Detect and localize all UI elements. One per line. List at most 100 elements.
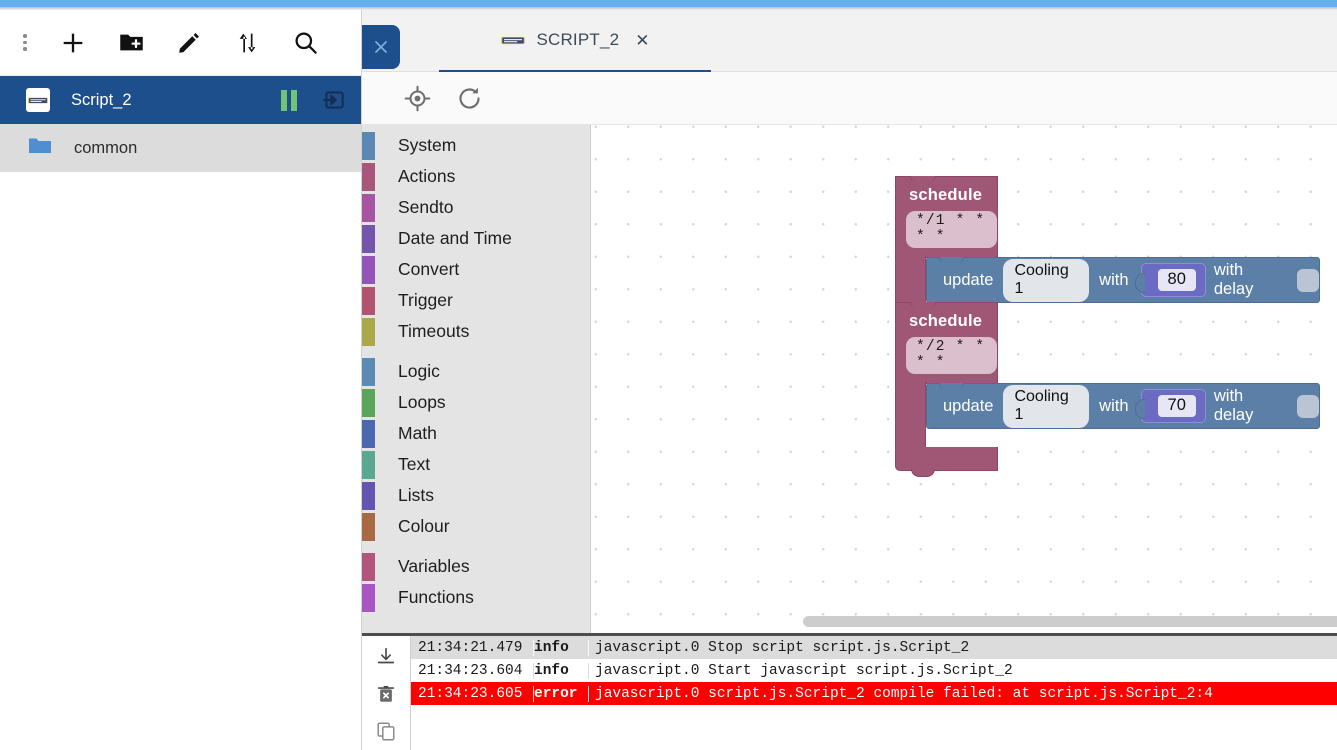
category-color-swatch: [362, 419, 375, 448]
toolbox-category-timeouts[interactable]: Timeouts: [362, 316, 590, 347]
schedule-cron-field[interactable]: */2 * * * *: [906, 337, 997, 374]
with-keyword: with: [1099, 270, 1129, 289]
schedule-cron-field[interactable]: */1 * * * *: [906, 211, 997, 248]
tab-script_2[interactable]: SCRIPT_2 ✕: [439, 10, 711, 72]
block-update-1[interactable]: update Cooling 1 with 80 with delay: [926, 257, 1320, 303]
download-arrow-icon: [377, 647, 395, 664]
refresh-icon: [459, 87, 480, 109]
sidebar-item-common[interactable]: common: [0, 124, 361, 172]
block-schedule-1[interactable]: schedule */1 * * * * update Cooling 1 wi…: [895, 176, 1320, 351]
toolbox-category-math[interactable]: Math: [362, 418, 590, 449]
category-color-swatch: [362, 481, 375, 510]
toolbox-category-actions[interactable]: Actions: [362, 161, 590, 192]
delay-input-socket[interactable]: [1297, 268, 1319, 292]
toolbox-category-label: Lists: [398, 485, 434, 505]
tab-close-icon[interactable]: ✕: [635, 32, 649, 49]
category-color-swatch: [362, 162, 375, 191]
blockly-script-icon: [26, 88, 50, 112]
category-color-swatch: [362, 357, 375, 386]
search-button[interactable]: [276, 14, 334, 72]
console-toolbar: [362, 636, 411, 750]
reload-blocks-button[interactable]: [454, 83, 484, 113]
blockly-icon: [500, 31, 526, 49]
toolbox-category-functions[interactable]: Functions: [362, 582, 590, 613]
toolbox-category-convert[interactable]: Convert: [362, 254, 590, 285]
sort-arrows-icon: [239, 33, 255, 52]
block-update-2[interactable]: update Cooling 1 with 70 with delay: [926, 383, 1320, 429]
toolbox-category-lists[interactable]: Lists: [362, 480, 590, 511]
toolbox-category-loops[interactable]: Loops: [362, 387, 590, 418]
toolbox-category-label: Sendto: [398, 197, 454, 217]
log-row[interactable]: 21:34:21.479 info javascript.0 Stop scri…: [411, 636, 1337, 659]
category-color-swatch: [362, 224, 375, 253]
schedule-block-title: schedule: [909, 186, 983, 204]
toolbox-category-label: Trigger: [398, 290, 453, 310]
pencil-icon: [179, 32, 199, 53]
toolbox-category-sendto[interactable]: Sendto: [362, 192, 590, 223]
number-block-1[interactable]: 80: [1134, 263, 1206, 297]
toolbox-category-date-and-time[interactable]: Date and Time: [362, 223, 590, 254]
blockly-workspace[interactable]: schedule */1 * * * * update Cooling 1 wi…: [591, 125, 1337, 633]
expand-collapse-button[interactable]: [218, 14, 276, 72]
app-root: Script_2 common SCRIPT_2 ✕ System Action…: [0, 0, 1337, 750]
toolbox-category-label: Text: [398, 454, 431, 474]
toolbox-category-variables[interactable]: Variables: [362, 551, 590, 582]
number-value-field[interactable]: 70: [1157, 395, 1196, 417]
update-object-dropdown[interactable]: Cooling 1: [1003, 258, 1090, 302]
folder-plus-icon: [119, 34, 143, 51]
rename-script-button[interactable]: [160, 14, 218, 72]
category-color-swatch: [362, 193, 375, 222]
plus-icon: [63, 33, 83, 52]
center-blocks-button[interactable]: [402, 83, 432, 113]
toolbox-category-colour[interactable]: Colour: [362, 511, 590, 542]
schedule-block-head[interactable]: schedule */2 * * * *: [895, 302, 998, 384]
tab-label: SCRIPT_2: [536, 30, 620, 49]
toolbox-category-trigger[interactable]: Trigger: [362, 285, 590, 316]
add-folder-button[interactable]: [102, 14, 160, 72]
block-notch: [939, 383, 964, 389]
crosshair-target-icon: [404, 85, 430, 111]
toolbox-category-text[interactable]: Text: [362, 449, 590, 480]
toolbox-category-label: Colour: [398, 516, 450, 536]
category-color-swatch: [362, 450, 375, 479]
delay-input-socket[interactable]: [1297, 394, 1319, 418]
add-script-button[interactable]: [44, 14, 102, 72]
toolbox-category-label: System: [398, 135, 457, 155]
scroll-to-bottom-button[interactable]: [371, 643, 401, 671]
category-color-swatch: [362, 512, 375, 541]
close-editor-button[interactable]: [362, 25, 400, 69]
block-notch: [910, 302, 936, 308]
workspace-horizontal-scrollbar[interactable]: [803, 616, 1337, 627]
update-object-dropdown[interactable]: Cooling 1: [1003, 384, 1090, 428]
search-icon: [294, 32, 317, 54]
toolbox-separator: [362, 542, 590, 551]
log-row[interactable]: 21:34:23.604 info javascript.0 Start jav…: [411, 659, 1337, 682]
sidebar-item-script_2[interactable]: Script_2: [0, 76, 361, 124]
toolbox-category-system[interactable]: System: [362, 130, 590, 161]
block-notch: [910, 176, 936, 182]
schedule-block-title: schedule: [909, 312, 983, 330]
sidebar-item-label: Script_2: [71, 90, 132, 109]
toolbox-category-label: Variables: [398, 556, 470, 576]
clear-log-button[interactable]: [371, 680, 401, 708]
category-color-swatch: [362, 583, 375, 612]
log-message: javascript.0 script.js.Script_2 compile …: [595, 685, 1213, 702]
category-color-swatch: [362, 388, 375, 417]
toolbox-category-logic[interactable]: Logic: [362, 356, 590, 387]
number-value-field[interactable]: 80: [1157, 269, 1196, 291]
with-delay-keyword: with delay: [1213, 387, 1254, 424]
schedule-block-arm: [895, 381, 926, 447]
blockly-toolbox: System Actions Sendto Date and Time Conv…: [362, 125, 591, 633]
number-block-2[interactable]: 70: [1134, 389, 1206, 423]
schedule-block-head[interactable]: schedule */1 * * * *: [895, 176, 998, 258]
more-options-button[interactable]: [6, 14, 44, 72]
pause-icon[interactable]: [281, 89, 297, 111]
log-console: 21:34:21.479 info javascript.0 Stop scri…: [362, 633, 1337, 750]
log-timestamp: 21:34:23.605: [411, 685, 534, 702]
copy-log-button[interactable]: [371, 717, 401, 745]
with-keyword: with: [1099, 396, 1129, 415]
block-schedule-2[interactable]: schedule */2 * * * * update Cooling 1 wi…: [895, 302, 1320, 477]
category-color-swatch: [362, 255, 375, 284]
export-icon[interactable]: [321, 87, 347, 113]
log-row-error[interactable]: 21:34:23.605 error javascript.0 script.j…: [411, 682, 1337, 705]
